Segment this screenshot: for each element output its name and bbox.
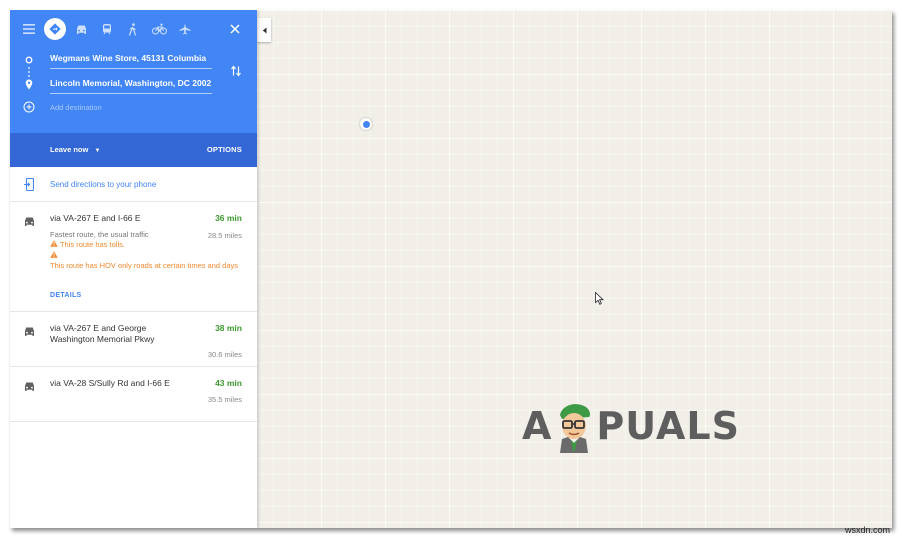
mascot-icon	[560, 404, 591, 453]
send-to-phone-label: Send directions to your phone	[50, 180, 157, 189]
car-icon	[23, 379, 36, 397]
leave-now-dropdown[interactable]: Leave now ▼	[50, 145, 100, 154]
chevron-left-icon	[262, 21, 267, 39]
route-dots-icon	[23, 66, 35, 80]
route-time: 36 min	[215, 213, 242, 223]
travel-mode-bar	[10, 14, 257, 44]
bike-icon[interactable]	[146, 14, 172, 44]
route-name: via VA-28 S/Sully Rd and I-66 E	[50, 378, 170, 388]
origin-dot-icon	[23, 56, 35, 64]
chevron-down-icon: ▼	[94, 148, 101, 154]
swap-icon[interactable]	[230, 64, 242, 82]
route-distance: 28.5 miles	[207, 231, 242, 240]
train-icon[interactable]	[94, 14, 120, 44]
route-name: via VA-267 E and George Washington Memor…	[50, 323, 155, 344]
route-option-1[interactable]: via VA-267 E and I-66 E 36 min Fastest r…	[10, 202, 257, 312]
options-button[interactable]: OPTIONS	[207, 145, 242, 154]
logo-text-right: PUALS	[596, 404, 740, 448]
add-destination-icon[interactable]	[23, 101, 35, 113]
directions-icon[interactable]	[42, 14, 68, 44]
map-canvas[interactable]: A PUALS	[257, 10, 892, 528]
mouse-cursor-icon	[595, 291, 604, 310]
route-warning-tolls: This route has tolls.	[50, 240, 240, 250]
add-destination-input[interactable]: Add destination	[50, 97, 212, 119]
send-to-phone-icon	[24, 177, 35, 196]
destination-pin-icon	[23, 79, 35, 90]
walk-icon[interactable]	[120, 14, 146, 44]
route-distance: 30.6 miles	[207, 350, 242, 359]
warning-icon	[50, 251, 240, 261]
warning-icon	[50, 240, 60, 249]
logo-text-left: A	[522, 404, 553, 448]
route-time: 38 min	[215, 323, 242, 333]
location-marker[interactable]	[360, 118, 372, 130]
route-details-link[interactable]: DETAILS	[50, 292, 82, 299]
appuals-logo: A PUALS	[522, 396, 740, 456]
leave-now-label: Leave now	[50, 145, 89, 154]
route-distance: 35.5 miles	[207, 395, 242, 404]
route-option-3[interactable]: via VA-28 S/Sully Rd and I-66 E 43 min 3…	[10, 367, 257, 422]
window: Wegmans Wine Store, 45131 Columbia Linco…	[10, 10, 892, 528]
car-icon[interactable]	[68, 14, 94, 44]
car-icon	[23, 214, 36, 232]
watermark: wsxdn.com	[844, 525, 890, 535]
close-icon[interactable]	[222, 14, 248, 44]
route-option-2[interactable]: via VA-267 E and George Washington Memor…	[10, 312, 257, 367]
route-warning-hov-text: This route has HOV only roads at certain…	[50, 261, 239, 270]
car-icon	[23, 324, 36, 342]
origin-input[interactable]: Wegmans Wine Store, 45131 Columbia	[50, 47, 212, 69]
destination-input[interactable]: Lincoln Memorial, Washington, DC 2002	[50, 72, 212, 94]
menu-icon[interactable]	[16, 14, 42, 44]
send-to-phone-row[interactable]: Send directions to your phone	[10, 167, 257, 202]
flight-icon[interactable]	[172, 14, 198, 44]
directions-panel: Wegmans Wine Store, 45131 Columbia Linco…	[10, 10, 257, 528]
route-warning-hov: This route has HOV only roads at certain…	[50, 251, 240, 271]
route-warning-tolls-text: This route has tolls.	[59, 240, 125, 249]
route-time: 43 min	[215, 378, 242, 388]
route-name: via VA-267 E and I-66 E	[50, 213, 141, 223]
directions-header: Wegmans Wine Store, 45131 Columbia Linco…	[10, 10, 257, 167]
collapse-panel-button[interactable]	[257, 18, 271, 42]
route-description: Fastest route, the usual traffic	[50, 230, 149, 239]
